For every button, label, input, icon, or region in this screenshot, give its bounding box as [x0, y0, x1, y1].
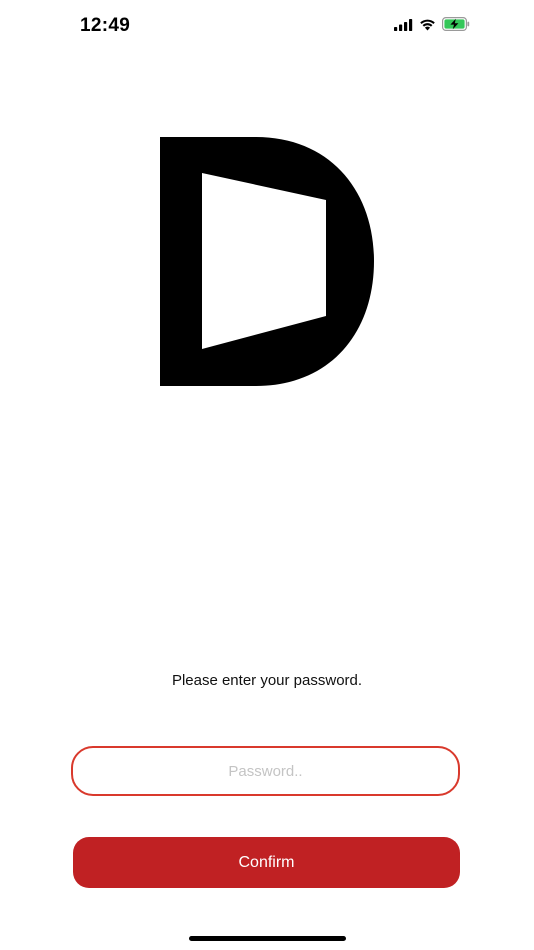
- confirm-button[interactable]: Confirm: [73, 837, 460, 888]
- wifi-icon: [419, 18, 436, 36]
- d-logo-icon: [160, 137, 376, 387]
- status-icons: [394, 17, 470, 36]
- password-field[interactable]: [71, 746, 460, 796]
- home-indicator: [189, 936, 346, 941]
- cellular-signal-icon: [394, 18, 413, 36]
- status-time: 12:49: [80, 15, 131, 36]
- password-input[interactable]: [73, 748, 458, 794]
- status-bar: 12:49: [0, 0, 534, 52]
- password-prompt: Please enter your password.: [171, 672, 363, 689]
- battery-charging-icon: [442, 17, 470, 36]
